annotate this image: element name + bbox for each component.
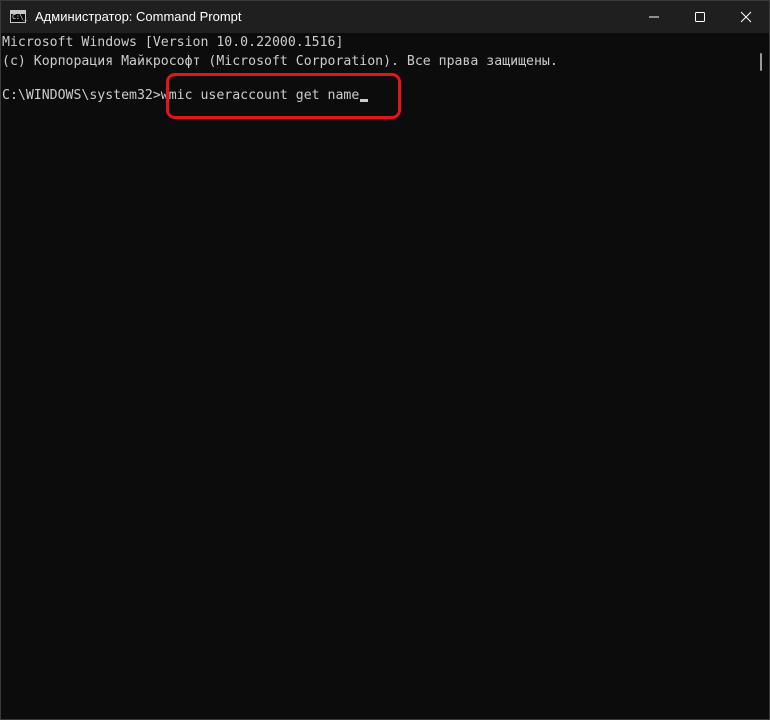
minimize-button[interactable] — [631, 1, 677, 33]
console-line-version: Microsoft Windows [Version 10.0.22000.15… — [2, 35, 344, 50]
console-line-copyright: (c) Корпорация Майкрософт (Microsoft Cor… — [2, 54, 558, 69]
minimize-icon — [649, 16, 659, 18]
console-area[interactable]: Microsoft Windows [Version 10.0.22000.15… — [1, 33, 753, 719]
close-button[interactable] — [723, 1, 769, 33]
title-bar[interactable]: C:\_ Администратор: Command Prompt — [1, 1, 769, 33]
maximize-button[interactable] — [677, 1, 723, 33]
scrollbar-thumb[interactable] — [760, 53, 762, 71]
close-icon — [740, 11, 752, 23]
cmd-app-icon-text: C:\_ — [12, 13, 27, 21]
maximize-icon — [695, 12, 705, 22]
vertical-scrollbar[interactable] — [754, 33, 769, 719]
command-prompt-window: C:\_ Администратор: Command Prompt Micro… — [0, 0, 770, 720]
window-title: Администратор: Command Prompt — [35, 9, 242, 24]
command-highlight-annotation — [166, 73, 401, 119]
cmd-app-icon[interactable]: C:\_ — [10, 10, 27, 23]
